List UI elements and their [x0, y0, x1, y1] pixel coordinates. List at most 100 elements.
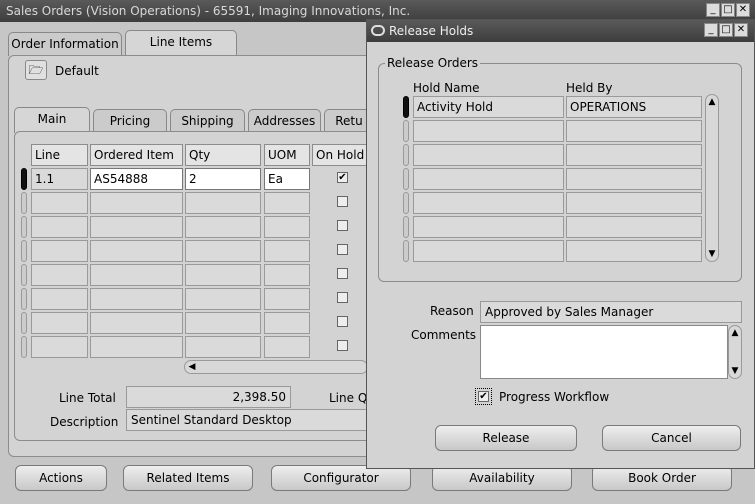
- dialog-row-indicator[interactable]: [403, 168, 409, 190]
- maximize-icon[interactable]: □: [721, 3, 735, 17]
- empty-cell[interactable]: [31, 216, 88, 238]
- close-icon[interactable]: ✕: [736, 3, 750, 17]
- dialog-row-indicator[interactable]: [403, 240, 409, 262]
- row-indicator[interactable]: [21, 288, 27, 310]
- dialog-row-indicator-current[interactable]: [403, 96, 409, 118]
- col-header-ordered-item: Ordered Item: [90, 144, 183, 166]
- empty-cell[interactable]: [264, 288, 310, 310]
- empty-cell[interactable]: [264, 264, 310, 286]
- cancel-button[interactable]: Cancel: [602, 425, 741, 451]
- empty-cell[interactable]: [264, 216, 310, 238]
- empty-cell[interactable]: [90, 240, 183, 262]
- empty-cell[interactable]: [264, 192, 310, 214]
- empty-cell[interactable]: [31, 288, 88, 310]
- empty-cell[interactable]: [185, 336, 261, 358]
- minimize-icon[interactable]: _: [706, 3, 720, 17]
- empty-cell[interactable]: [90, 216, 183, 238]
- scroll-down-icon[interactable]: ▼: [706, 249, 718, 259]
- actions-button[interactable]: Actions: [15, 465, 107, 491]
- row-indicator[interactable]: [21, 240, 27, 262]
- on-hold-checkbox[interactable]: [337, 220, 348, 231]
- tab-line-items[interactable]: Line Items: [125, 30, 237, 56]
- comments-scrollbar[interactable]: ▲ ▼: [728, 325, 742, 379]
- cell-held-by[interactable]: OPERATIONS: [566, 96, 702, 118]
- dialog-empty-cell[interactable]: [566, 120, 702, 142]
- dialog-empty-cell[interactable]: [413, 192, 564, 214]
- empty-cell[interactable]: [90, 192, 183, 214]
- cell-qty[interactable]: 2: [185, 168, 261, 190]
- description-field[interactable]: Sentinel Standard Desktop: [126, 409, 371, 431]
- scroll-left-icon[interactable]: ◀: [186, 362, 198, 372]
- empty-cell[interactable]: [31, 192, 88, 214]
- empty-cell[interactable]: [90, 336, 183, 358]
- row-indicator[interactable]: [21, 192, 27, 214]
- comments-scroll-down-icon[interactable]: ▼: [729, 366, 741, 376]
- dialog-close-icon[interactable]: ✕: [734, 23, 748, 37]
- cell-hold-name[interactable]: Activity Hold: [413, 96, 564, 118]
- empty-cell[interactable]: [90, 264, 183, 286]
- empty-cell[interactable]: [185, 216, 261, 238]
- comments-field[interactable]: [480, 325, 728, 379]
- scroll-up-icon[interactable]: ▲: [706, 97, 718, 107]
- dialog-row-indicator[interactable]: [403, 144, 409, 166]
- row-indicator[interactable]: [21, 216, 27, 238]
- on-hold-checkbox[interactable]: [337, 244, 348, 255]
- on-hold-checkbox[interactable]: ✔: [337, 172, 348, 183]
- folder-icon[interactable]: 🗁: [25, 60, 47, 80]
- tab-main[interactable]: Main: [14, 107, 90, 133]
- empty-cell[interactable]: [185, 264, 261, 286]
- comments-scroll-up-icon[interactable]: ▲: [729, 328, 741, 338]
- on-hold-checkbox[interactable]: [337, 292, 348, 303]
- dialog-empty-cell[interactable]: [413, 168, 564, 190]
- release-button[interactable]: Release: [435, 425, 577, 451]
- row-indicator[interactable]: [21, 312, 27, 334]
- dialog-empty-cell[interactable]: [413, 240, 564, 262]
- empty-cell[interactable]: [31, 264, 88, 286]
- dialog-empty-cell[interactable]: [566, 168, 702, 190]
- reason-field[interactable]: Approved by Sales Manager: [480, 301, 742, 323]
- on-hold-checkbox[interactable]: [337, 340, 348, 351]
- empty-cell[interactable]: [264, 240, 310, 262]
- empty-cell[interactable]: [90, 288, 183, 310]
- empty-cell[interactable]: [31, 336, 88, 358]
- on-hold-checkbox[interactable]: [337, 268, 348, 279]
- dialog-empty-cell[interactable]: [566, 192, 702, 214]
- empty-cell[interactable]: [185, 312, 261, 334]
- dialog-empty-cell[interactable]: [413, 216, 564, 238]
- empty-cell[interactable]: [185, 192, 261, 214]
- tab-pricing[interactable]: Pricing: [93, 109, 167, 133]
- dialog-minimize-icon[interactable]: _: [704, 23, 718, 37]
- dialog-empty-cell[interactable]: [566, 240, 702, 262]
- dialog-maximize-icon[interactable]: □: [719, 23, 733, 37]
- oracle-logo-icon: [371, 25, 385, 36]
- on-hold-checkbox[interactable]: [337, 316, 348, 327]
- tab-addresses[interactable]: Addresses: [248, 109, 321, 133]
- row-indicator[interactable]: [21, 264, 27, 286]
- dialog-row-indicator[interactable]: [403, 192, 409, 214]
- dialog-empty-cell[interactable]: [566, 216, 702, 238]
- empty-cell[interactable]: [264, 336, 310, 358]
- empty-cell[interactable]: [185, 240, 261, 262]
- cell-line[interactable]: 1.1: [31, 168, 88, 190]
- empty-cell[interactable]: [90, 312, 183, 334]
- related-items-button[interactable]: Related Items: [123, 465, 253, 491]
- on-hold-checkbox[interactable]: [337, 196, 348, 207]
- dialog-vertical-scrollbar[interactable]: ▲ ▼: [705, 94, 719, 262]
- tab-shipping[interactable]: Shipping: [170, 109, 245, 133]
- empty-cell[interactable]: [185, 288, 261, 310]
- dialog-empty-cell[interactable]: [566, 144, 702, 166]
- dialog-empty-cell[interactable]: [413, 120, 564, 142]
- dialog-empty-cell[interactable]: [413, 144, 564, 166]
- row-indicator-current[interactable]: [21, 168, 27, 190]
- empty-cell[interactable]: [264, 312, 310, 334]
- dialog-row-indicator[interactable]: [403, 216, 409, 238]
- cell-ordered-item[interactable]: AS54888: [90, 168, 183, 190]
- dialog-row-indicator[interactable]: [403, 120, 409, 142]
- empty-cell[interactable]: [31, 312, 88, 334]
- progress-workflow-checkbox[interactable]: ✔: [475, 388, 492, 405]
- horizontal-scrollbar[interactable]: ◀: [184, 360, 368, 374]
- empty-cell[interactable]: [31, 240, 88, 262]
- tab-order-information[interactable]: Order Information: [8, 32, 122, 56]
- cell-uom[interactable]: Ea: [264, 168, 310, 190]
- row-indicator[interactable]: [21, 336, 27, 358]
